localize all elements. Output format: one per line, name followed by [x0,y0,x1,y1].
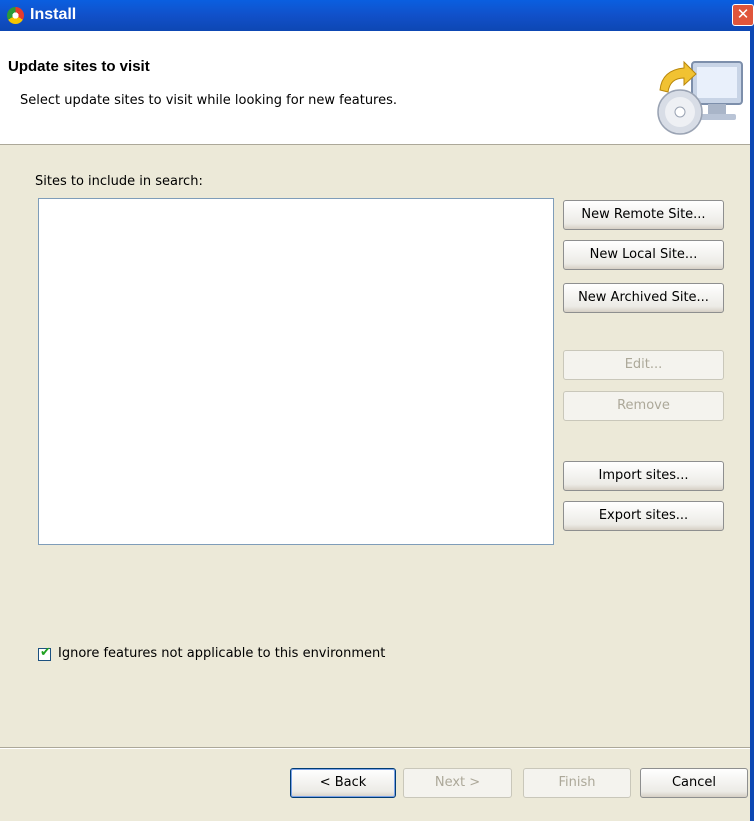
eclipse-icon [7,7,24,24]
page-title: Update sites to visit [8,58,150,75]
sites-label: Sites to include in search: [35,174,203,189]
cancel-button[interactable]: Cancel [640,768,748,798]
next-button[interactable]: Next > [403,768,512,798]
close-button[interactable]: ✕ [732,4,754,26]
checkmark-icon: ✔ [40,645,51,660]
sites-list[interactable] [38,198,554,545]
ignore-features-label[interactable]: Ignore features not applicable to this e… [58,646,385,661]
import-sites-button[interactable]: Import sites... [563,461,724,491]
new-remote-site-button[interactable]: New Remote Site... [563,200,724,230]
page-description: Select update sites to visit while looki… [20,93,398,108]
window-title: Install [30,6,77,23]
edit-button[interactable]: Edit... [563,350,724,380]
install-wizard-icon [657,60,743,135]
finish-button[interactable]: Finish [523,768,631,798]
footer-divider [0,747,754,749]
ignore-features-checkbox[interactable]: ✔ [38,645,51,661]
remove-button[interactable]: Remove [563,391,724,421]
new-local-site-button[interactable]: New Local Site... [563,240,724,270]
wizard-header: Update sites to visit Select update site… [0,31,754,145]
new-archived-site-button[interactable]: New Archived Site... [563,283,724,313]
export-sites-button[interactable]: Export sites... [563,501,724,531]
title-bar: Install ✕ [0,0,754,31]
back-button[interactable]: < Back [290,768,396,798]
window-frame-right [750,31,754,821]
